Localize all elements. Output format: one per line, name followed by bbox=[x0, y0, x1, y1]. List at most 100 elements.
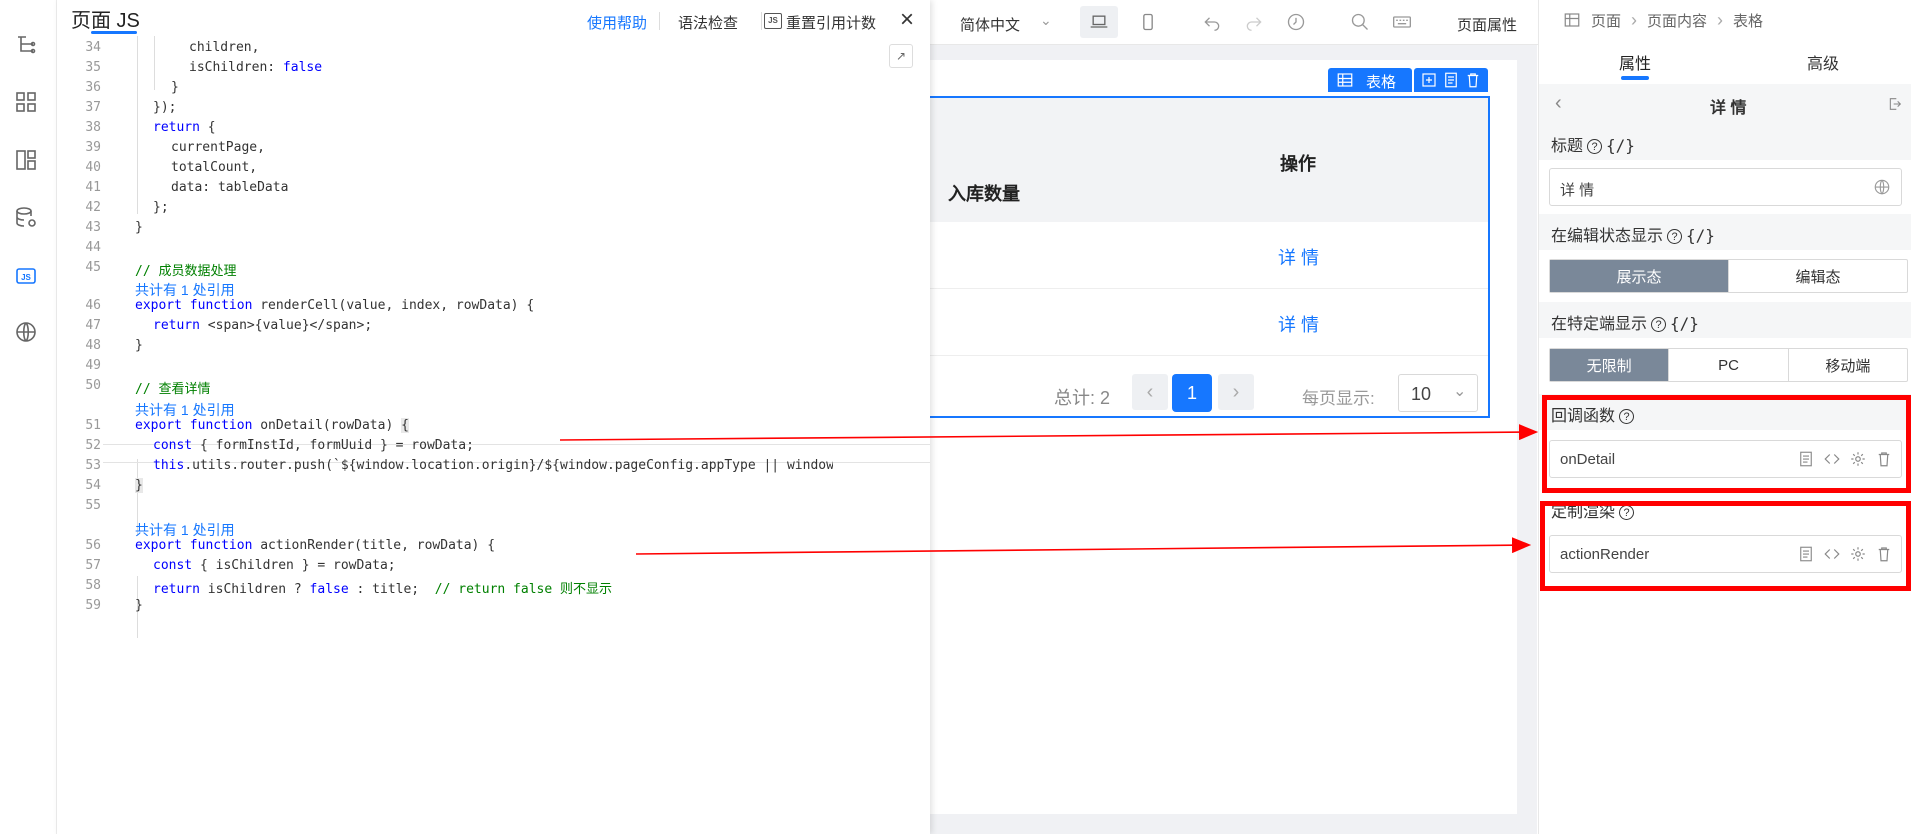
code-line: children, bbox=[189, 40, 260, 55]
desktop-view-button[interactable] bbox=[1080, 6, 1118, 38]
terminal-segmented[interactable]: 无限制 PC 移动端 bbox=[1549, 348, 1908, 382]
globe-icon[interactable] bbox=[1873, 178, 1891, 196]
line-number: 59 bbox=[85, 598, 101, 613]
table-icon bbox=[1337, 73, 1353, 87]
line-number: 41 bbox=[85, 180, 101, 195]
detail-link[interactable]: 详 情 bbox=[1278, 311, 1319, 337]
help-icon[interactable]: ? bbox=[1651, 317, 1667, 333]
line-number: 49 bbox=[85, 358, 101, 373]
breadcrumb-item[interactable]: 表格 bbox=[1733, 10, 1763, 31]
indent-guide bbox=[154, 36, 155, 90]
redo-icon[interactable] bbox=[1242, 10, 1266, 34]
variable-binding-icon[interactable]: {/} bbox=[1606, 136, 1635, 155]
back-icon[interactable]: ‹ bbox=[1555, 92, 1562, 115]
table-component[interactable]: 入库数量 操作 详 情 详 情 总计: 2 ‹ 1 › 每页显示: 10 ⌄ bbox=[930, 96, 1490, 418]
copy-icon[interactable] bbox=[1442, 71, 1460, 89]
option-edit-state[interactable]: 编辑态 bbox=[1729, 260, 1907, 292]
table-icon bbox=[1564, 13, 1580, 27]
reference-count-note[interactable]: 共计有 1 处引用 bbox=[135, 280, 235, 300]
tab-properties[interactable]: 属性 bbox=[1619, 50, 1651, 74]
title-input-value: 详 情 bbox=[1560, 182, 1595, 199]
code-line: totalCount, bbox=[171, 160, 258, 175]
code-panel-header: 页面 JS 使用帮助 语法检查 JS 重置引用计数 × bbox=[57, 0, 930, 36]
page-properties-button[interactable]: 页面属性 bbox=[1457, 14, 1517, 35]
title-input[interactable]: 详 情 bbox=[1549, 168, 1902, 206]
line-number: 54 bbox=[85, 478, 101, 493]
help-icon[interactable]: ? bbox=[1587, 139, 1603, 155]
outline-icon[interactable] bbox=[12, 30, 40, 58]
exit-icon[interactable] bbox=[1887, 96, 1903, 112]
undo-icon[interactable] bbox=[1200, 10, 1224, 34]
code-line: const { isChildren } = rowData; bbox=[153, 558, 396, 573]
code-line: data: tableData bbox=[171, 180, 289, 195]
components-icon[interactable] bbox=[12, 88, 40, 116]
chevron-down-icon[interactable]: ⌄ bbox=[1040, 12, 1052, 29]
table-row: 详 情 bbox=[930, 289, 1488, 356]
total-count: 总计: 2 bbox=[1054, 388, 1111, 408]
chevron-right-icon: › bbox=[1717, 9, 1724, 30]
active-tab-indicator bbox=[1621, 76, 1649, 80]
chevron-down-icon: ⌄ bbox=[1453, 383, 1467, 400]
trash-icon[interactable] bbox=[1464, 71, 1482, 89]
code-line: }; bbox=[153, 200, 169, 215]
code-comment: // 成员数据处理 bbox=[135, 264, 237, 279]
js-icon[interactable]: JS bbox=[12, 262, 40, 290]
line-number: 37 bbox=[85, 100, 101, 115]
terminal-row: 在特定端显示? {/} bbox=[1539, 302, 1911, 338]
language-select[interactable]: 简体中文 bbox=[960, 14, 1020, 35]
variable-binding-icon[interactable]: {/} bbox=[1670, 314, 1699, 333]
layout-icon[interactable] bbox=[12, 146, 40, 174]
reference-count-note[interactable]: 共计有 1 处引用 bbox=[135, 400, 235, 420]
option-unlimited[interactable]: 无限制 bbox=[1550, 349, 1670, 381]
edit-state-segmented[interactable]: 展示态 编辑态 bbox=[1549, 259, 1908, 293]
code-editor[interactable]: 34 children, 35 isChildren: false 36 } 3… bbox=[57, 36, 930, 834]
line-number: 39 bbox=[85, 140, 101, 155]
line-number: 58 bbox=[85, 578, 101, 593]
edit-icon[interactable] bbox=[1420, 71, 1438, 89]
prev-page-button[interactable]: ‹ bbox=[1132, 374, 1168, 410]
custom-render-highlight-box bbox=[1540, 501, 1911, 591]
code-line: this.utils.router.push(`${window.locatio… bbox=[153, 458, 833, 473]
line-number: 34 bbox=[85, 40, 101, 55]
line-number: 44 bbox=[85, 240, 101, 255]
code-line: } bbox=[135, 338, 143, 353]
reset-ref-count-button[interactable]: 重置引用计数 bbox=[786, 12, 876, 33]
help-icon[interactable]: ? bbox=[1667, 229, 1683, 245]
search-icon[interactable] bbox=[1348, 10, 1372, 34]
breadcrumb-item[interactable]: 页面内容 bbox=[1647, 10, 1707, 31]
option-pc[interactable]: PC bbox=[1669, 349, 1789, 381]
mobile-view-button[interactable] bbox=[1136, 10, 1160, 34]
divider bbox=[659, 12, 660, 30]
js-code-panel: 页面 JS 使用帮助 语法检查 JS 重置引用计数 × ↗ 34 childre… bbox=[57, 0, 930, 834]
globe-icon[interactable] bbox=[12, 318, 40, 346]
keyboard-icon[interactable] bbox=[1390, 10, 1414, 34]
js-file-icon: JS bbox=[764, 13, 782, 29]
detail-link[interactable]: 详 情 bbox=[1278, 244, 1319, 270]
history-icon[interactable] bbox=[1284, 10, 1308, 34]
breadcrumb-item[interactable]: 页面 bbox=[1591, 10, 1621, 31]
datasource-icon[interactable] bbox=[12, 204, 40, 232]
code-line: } bbox=[135, 478, 143, 493]
variable-binding-icon[interactable]: {/} bbox=[1686, 226, 1715, 245]
svg-text:JS: JS bbox=[21, 273, 31, 282]
divider bbox=[761, 12, 762, 30]
next-page-button[interactable]: › bbox=[1218, 374, 1254, 410]
table-component-badge[interactable]: 表格 bbox=[1328, 68, 1412, 92]
page-number-current[interactable]: 1 bbox=[1172, 374, 1212, 412]
line-number: 35 bbox=[85, 60, 101, 75]
chevron-right-icon: › bbox=[1631, 9, 1638, 30]
option-mobile[interactable]: 移动端 bbox=[1789, 349, 1907, 381]
page-size-label: 每页显示: bbox=[1302, 389, 1375, 408]
line-number: 45 bbox=[85, 260, 101, 275]
close-icon[interactable]: × bbox=[900, 6, 914, 34]
line-number: 53 bbox=[85, 458, 101, 473]
tab-advanced[interactable]: 高级 bbox=[1807, 50, 1839, 74]
help-link[interactable]: 使用帮助 bbox=[587, 12, 647, 33]
code-line: return { bbox=[153, 120, 216, 135]
reference-count-note[interactable]: 共计有 1 处引用 bbox=[135, 520, 235, 540]
syntax-check-button[interactable]: 语法检查 bbox=[678, 12, 738, 33]
page-size-select[interactable]: 10 ⌄ bbox=[1398, 374, 1478, 412]
option-display-state[interactable]: 展示态 bbox=[1550, 260, 1729, 292]
table-header: 入库数量 操作 bbox=[930, 98, 1488, 222]
code-line: } bbox=[135, 220, 143, 235]
